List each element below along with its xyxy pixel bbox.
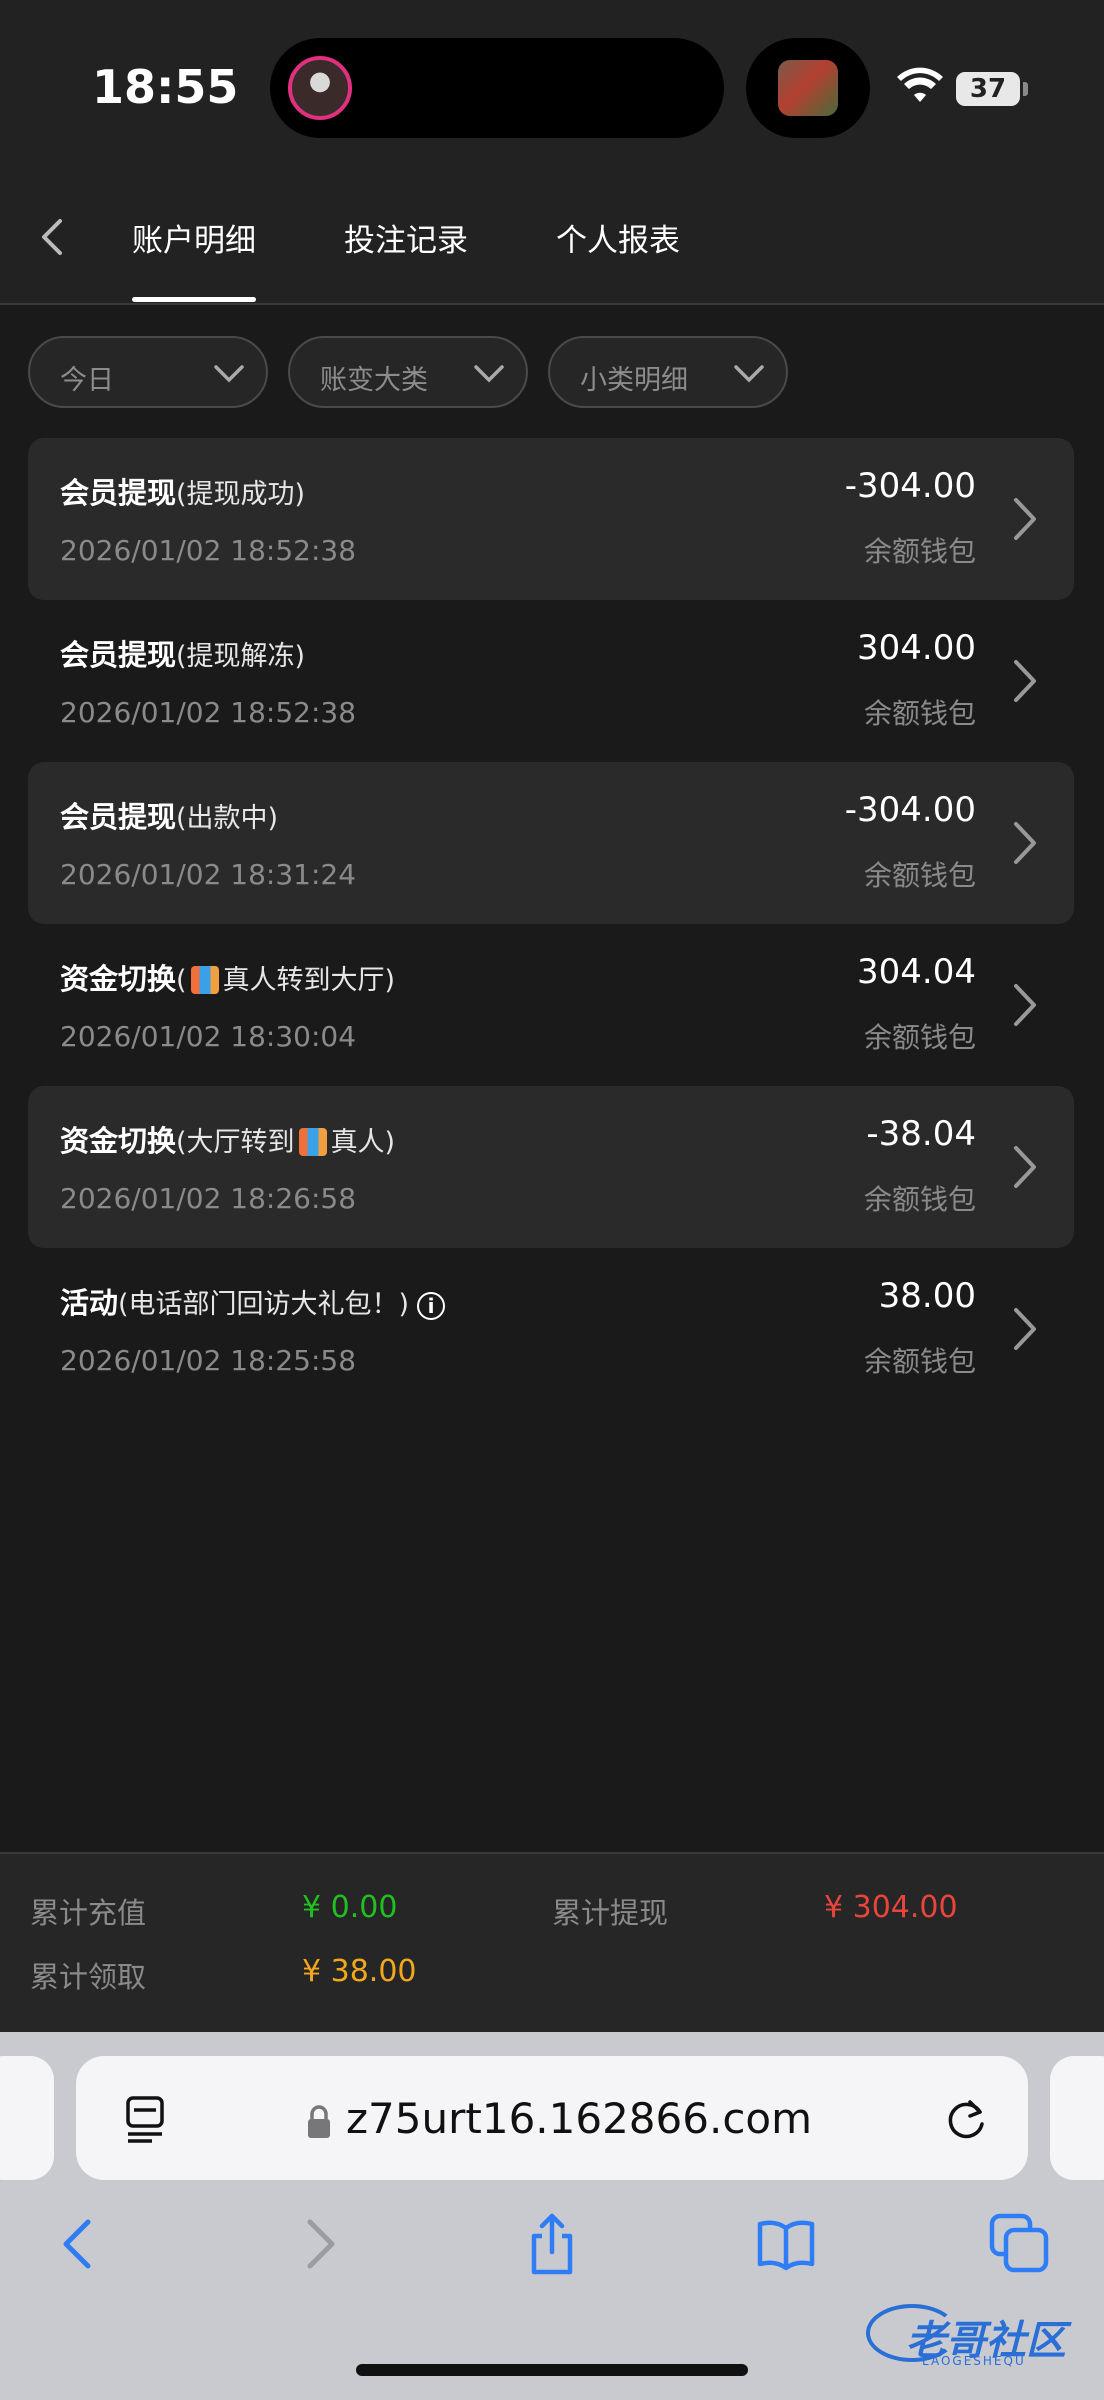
- chevron-right-icon: [1014, 1146, 1036, 1188]
- row-time: 2026/01/02 18:30:04: [60, 1020, 357, 1053]
- filter-category-label: 账变大类: [320, 365, 428, 396]
- previous-tab-preview[interactable]: [0, 2056, 54, 2180]
- filter-subcategory[interactable]: 小类明细: [548, 336, 788, 408]
- next-tab-preview[interactable]: [1050, 2056, 1104, 2180]
- transaction-row[interactable]: 资金切换(真人转到大厅) 2026/01/02 18:30:04 304.04 …: [28, 924, 1074, 1086]
- row-amount: 38.00: [878, 1276, 976, 1316]
- row-amount: 304.00: [857, 628, 976, 668]
- row-title: 会员提现(提现成功): [60, 476, 306, 510]
- row-wallet: 余额钱包: [863, 859, 976, 892]
- tab-navigation: 账户明细 投注记录 个人报表: [0, 175, 1104, 305]
- row-title: 活动(电话部门回访大礼包！) i: [60, 1280, 446, 1322]
- live-casino-logo-icon: [190, 966, 219, 994]
- claim-label: 累计领取: [30, 1960, 147, 1994]
- row-amount: -304.00: [844, 790, 976, 830]
- url-text: z75urt16.162866.com: [346, 2094, 813, 2143]
- row-wallet: 余额钱包: [863, 1183, 976, 1216]
- address-bar[interactable]: z75urt16.162866.com: [76, 2056, 1028, 2180]
- chevron-down-icon: [214, 365, 244, 383]
- row-wallet: 余额钱包: [863, 697, 976, 730]
- row-time: 2026/01/02 18:52:38: [60, 696, 357, 729]
- wifi-icon: [897, 67, 943, 102]
- live-casino-logo-icon: [298, 1128, 327, 1156]
- watermark-logo: 老哥社区 LAOGESHEQU: [866, 2300, 1086, 2370]
- summary-panel: 累计充值 ¥ 0.00 累计提现 ¥ 304.00 累计领取 ¥ 38.00: [0, 1852, 1104, 2032]
- row-amount: 304.04: [857, 952, 976, 992]
- page-menu-icon[interactable]: [122, 2094, 170, 2144]
- row-time: 2026/01/02 18:52:38: [60, 534, 357, 567]
- back-icon[interactable]: [48, 2212, 112, 2276]
- info-icon[interactable]: i: [417, 1292, 446, 1320]
- chevron-right-icon: [1014, 822, 1036, 864]
- tab-account-details[interactable]: 账户明细: [132, 215, 256, 260]
- transaction-row[interactable]: 会员提现(提现解冻) 2026/01/02 18:52:38 304.00 余额…: [28, 600, 1074, 762]
- picture-in-picture[interactable]: [746, 38, 870, 138]
- active-tab-indicator: [132, 297, 256, 302]
- transaction-row[interactable]: 会员提现(提现成功) 2026/01/02 18:52:38 -304.00 余…: [28, 438, 1074, 600]
- row-title: 会员提现(提现解冻): [60, 638, 306, 672]
- chevron-right-icon: [1014, 1308, 1036, 1350]
- row-amount: -38.04: [866, 1114, 976, 1154]
- watermark-subtext: LAOGESHEQU: [922, 2354, 1026, 2368]
- row-wallet: 余额钱包: [863, 535, 976, 568]
- chevron-down-icon: [734, 365, 764, 383]
- home-indicator[interactable]: [356, 2364, 748, 2376]
- bookmarks-icon[interactable]: [754, 2212, 818, 2276]
- tab-personal-report[interactable]: 个人报表: [556, 215, 680, 260]
- reload-icon[interactable]: [942, 2094, 992, 2144]
- row-wallet: 余额钱包: [863, 1345, 976, 1378]
- transaction-row[interactable]: 会员提现(出款中) 2026/01/02 18:31:24 -304.00 余额…: [28, 762, 1074, 924]
- tabs-icon[interactable]: [988, 2212, 1052, 2276]
- withdraw-value: ¥ 304.00: [824, 1890, 958, 1925]
- row-title: 资金切换(大厅转到 真人): [60, 1124, 396, 1158]
- row-amount: -304.00: [844, 466, 976, 506]
- claim-value: ¥ 38.00: [302, 1954, 417, 1989]
- status-bar: 18:55 37: [0, 0, 1104, 175]
- row-time: 2026/01/02 18:31:24: [60, 858, 357, 891]
- withdraw-label: 累计提现: [552, 1896, 669, 1930]
- row-time: 2026/01/02 18:26:58: [60, 1182, 357, 1215]
- recharge-value: ¥ 0.00: [302, 1890, 398, 1925]
- tab-bet-records[interactable]: 投注记录: [344, 215, 468, 260]
- forward-icon[interactable]: [286, 2212, 350, 2276]
- chevron-right-icon: [1014, 984, 1036, 1026]
- transaction-row[interactable]: 活动(电话部门回访大礼包！) i 2026/01/02 18:25:58 38.0…: [28, 1248, 1074, 1410]
- lock-icon: [308, 2105, 330, 2138]
- row-wallet: 余额钱包: [863, 1021, 976, 1054]
- battery-indicator: 37: [956, 72, 1020, 106]
- row-title: 会员提现(出款中): [60, 800, 279, 834]
- status-time: 18:55: [92, 60, 239, 114]
- filter-category[interactable]: 账变大类: [288, 336, 528, 408]
- chevron-right-icon: [1014, 498, 1036, 540]
- back-arrow-icon[interactable]: [26, 209, 82, 265]
- chevron-down-icon: [474, 365, 504, 383]
- row-title: 资金切换(真人转到大厅): [60, 962, 396, 996]
- pip-thumbnail: [778, 60, 838, 116]
- chevron-right-icon: [1014, 660, 1036, 702]
- row-time: 2026/01/02 18:25:58: [60, 1344, 357, 1377]
- battery-tip: [1023, 82, 1028, 96]
- recharge-label: 累计充值: [30, 1896, 147, 1930]
- live-activity-avatar[interactable]: [288, 56, 352, 120]
- transaction-row[interactable]: 资金切换(大厅转到 真人) 2026/01/02 18:26:58 -38.04 …: [28, 1086, 1074, 1248]
- filter-subcategory-label: 小类明细: [580, 365, 688, 396]
- share-icon[interactable]: [520, 2212, 584, 2276]
- dynamic-island[interactable]: [270, 38, 724, 138]
- filter-date[interactable]: 今日: [28, 336, 268, 408]
- filter-date-label: 今日: [60, 365, 114, 396]
